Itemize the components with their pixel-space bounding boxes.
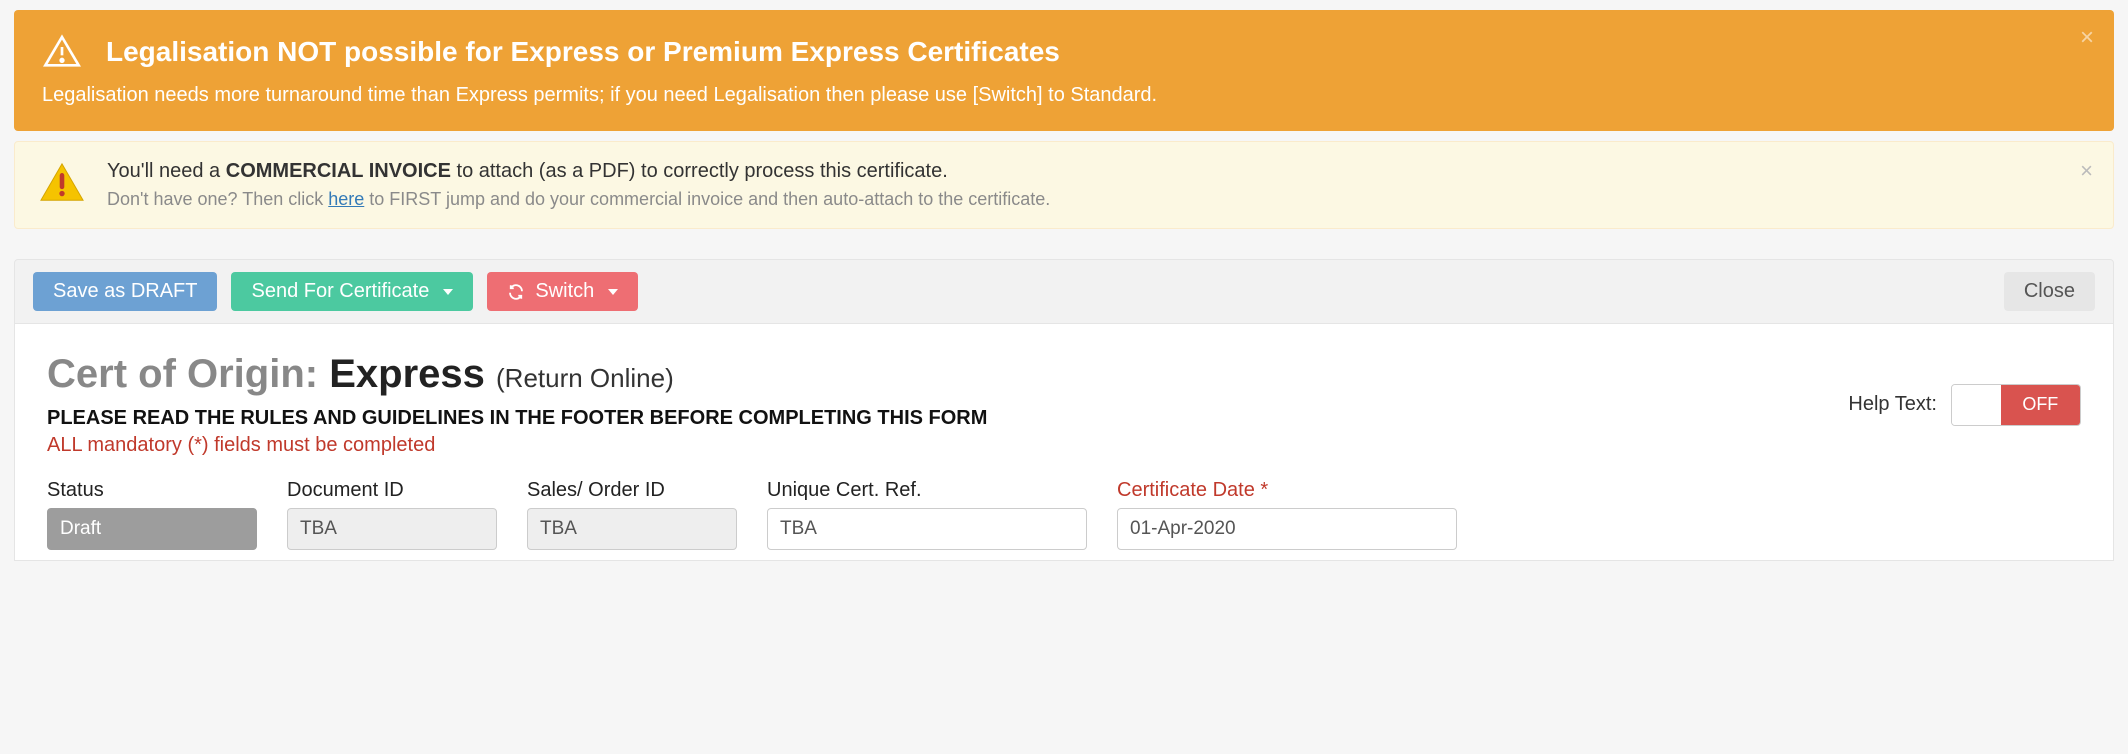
button-label: Save as DRAFT bbox=[53, 280, 197, 303]
text: Don't have one? Then click bbox=[107, 189, 328, 209]
title-prefix: Cert of Origin: bbox=[47, 352, 329, 396]
field-status: Status bbox=[47, 479, 257, 550]
label-sales-order-id: Sales/ Order ID bbox=[527, 479, 737, 502]
alert-title: Legalisation NOT possible for Express or… bbox=[106, 36, 1060, 68]
document-id-input bbox=[287, 508, 497, 550]
warning-triangle-icon bbox=[42, 32, 82, 72]
text: You'll need a bbox=[107, 160, 226, 182]
field-sales-order-id: Sales/ Order ID bbox=[527, 479, 737, 550]
title-sub: (Return Online) bbox=[496, 363, 674, 393]
alert-invoice-line1: You'll need a COMMERCIAL INVOICE to atta… bbox=[107, 160, 1050, 183]
help-text-toggle[interactable]: OFF bbox=[1951, 384, 2081, 426]
status-input bbox=[47, 508, 257, 550]
label-document-id: Document ID bbox=[287, 479, 497, 502]
text: to attach (as a PDF) to correctly proces… bbox=[451, 160, 948, 182]
rules-note: PLEASE READ THE RULES AND GUIDELINES IN … bbox=[47, 407, 987, 430]
title-main: Express bbox=[329, 352, 485, 396]
label-certificate-date: Certificate Date * bbox=[1117, 479, 1457, 502]
save-draft-button[interactable]: Save as DRAFT bbox=[33, 272, 217, 311]
send-for-certificate-button[interactable]: Send For Certificate bbox=[231, 272, 473, 311]
help-text-toggle-wrap: Help Text: OFF bbox=[1848, 384, 2081, 426]
alert-legalisation-warning: Legalisation NOT possible for Express or… bbox=[14, 10, 2114, 131]
label-unique-cert-ref: Unique Cert. Ref. bbox=[767, 479, 1087, 502]
chevron-down-icon bbox=[443, 289, 453, 295]
jump-here-link[interactable]: here bbox=[328, 189, 364, 209]
label-status: Status bbox=[47, 479, 257, 502]
form-panel: Cert of Origin: Express (Return Online) … bbox=[14, 324, 2114, 561]
action-toolbar: Save as DRAFT Send For Certificate Switc… bbox=[14, 259, 2114, 324]
alert-invoice-line2: Don't have one? Then click here to FIRST… bbox=[107, 189, 1050, 210]
help-text-label: Help Text: bbox=[1848, 393, 1937, 416]
unique-cert-ref-input[interactable] bbox=[767, 508, 1087, 550]
text-bold: COMMERCIAL INVOICE bbox=[226, 160, 451, 182]
warning-triangle-filled-icon bbox=[39, 160, 85, 206]
field-certificate-date: Certificate Date * bbox=[1117, 479, 1457, 550]
close-icon[interactable]: × bbox=[2080, 24, 2094, 52]
field-unique-cert-ref: Unique Cert. Ref. bbox=[767, 479, 1087, 550]
close-icon[interactable]: × bbox=[2080, 158, 2093, 184]
field-document-id: Document ID bbox=[287, 479, 497, 550]
close-button[interactable]: Close bbox=[2004, 272, 2095, 311]
refresh-icon bbox=[507, 283, 525, 301]
certificate-date-input[interactable] bbox=[1117, 508, 1457, 550]
toggle-off-label: OFF bbox=[2001, 385, 2080, 425]
mandatory-note: ALL mandatory (*) fields must be complet… bbox=[47, 434, 987, 457]
button-label: Switch bbox=[535, 280, 594, 303]
alert-commercial-invoice: You'll need a COMMERCIAL INVOICE to atta… bbox=[14, 141, 2114, 229]
text: to FIRST jump and do your commercial inv… bbox=[364, 189, 1050, 209]
sales-order-id-input bbox=[527, 508, 737, 550]
page-title: Cert of Origin: Express (Return Online) bbox=[47, 352, 987, 397]
chevron-down-icon bbox=[608, 289, 618, 295]
switch-button[interactable]: Switch bbox=[487, 272, 638, 311]
toggle-handle bbox=[1952, 385, 2001, 425]
button-label: Send For Certificate bbox=[251, 280, 429, 303]
alert-subtitle: Legalisation needs more turnaround time … bbox=[42, 84, 2086, 107]
button-label: Close bbox=[2024, 280, 2075, 303]
